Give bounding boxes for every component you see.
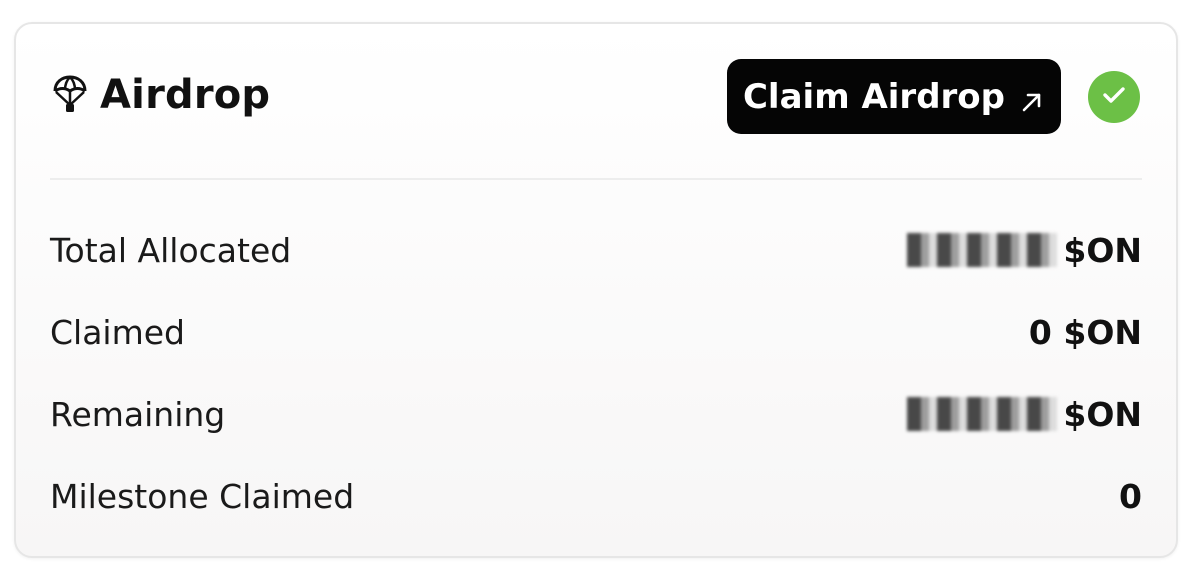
- stat-row-remaining: Remaining $ON: [50, 373, 1142, 455]
- stat-value: 0 $ON: [1028, 312, 1142, 352]
- stat-label: Milestone Claimed: [50, 476, 355, 516]
- stat-label: Total Allocated: [50, 230, 292, 270]
- stat-row-claimed: Claimed 0 $ON: [50, 291, 1142, 373]
- check-icon: [1101, 84, 1127, 110]
- stat-row-total-allocated: Total Allocated $ON: [50, 209, 1142, 291]
- redacted-amount: [907, 397, 1058, 431]
- stat-value-unit: $ON: [1063, 394, 1142, 434]
- redacted-amount: [907, 233, 1058, 267]
- title-group: Airdrop: [52, 72, 270, 118]
- arrow-up-right-icon: [1019, 84, 1045, 111]
- card-title: Airdrop: [100, 72, 271, 118]
- stat-value-unit: $ON: [1063, 230, 1142, 270]
- claimed-status-badge: [1088, 71, 1140, 123]
- stat-value: 0: [1119, 476, 1142, 516]
- claim-airdrop-button[interactable]: Claim Airdrop: [727, 59, 1061, 134]
- header-divider: [50, 178, 1142, 180]
- stat-value: $ON: [907, 395, 1142, 434]
- parachute-icon: [52, 75, 88, 115]
- stat-row-milestone-claimed: Milestone Claimed 0: [50, 455, 1142, 537]
- claim-airdrop-label: Claim Airdrop: [742, 76, 1005, 117]
- airdrop-card: Airdrop Claim Airdrop Total Allocated $O…: [14, 22, 1178, 558]
- card-header: Airdrop Claim Airdrop: [16, 24, 1176, 174]
- airdrop-stats-list: Total Allocated $ON Claimed 0 $ON Remain…: [50, 209, 1142, 537]
- stat-value: $ON: [907, 231, 1142, 270]
- stat-label: Remaining: [50, 394, 226, 434]
- stat-label: Claimed: [50, 312, 185, 352]
